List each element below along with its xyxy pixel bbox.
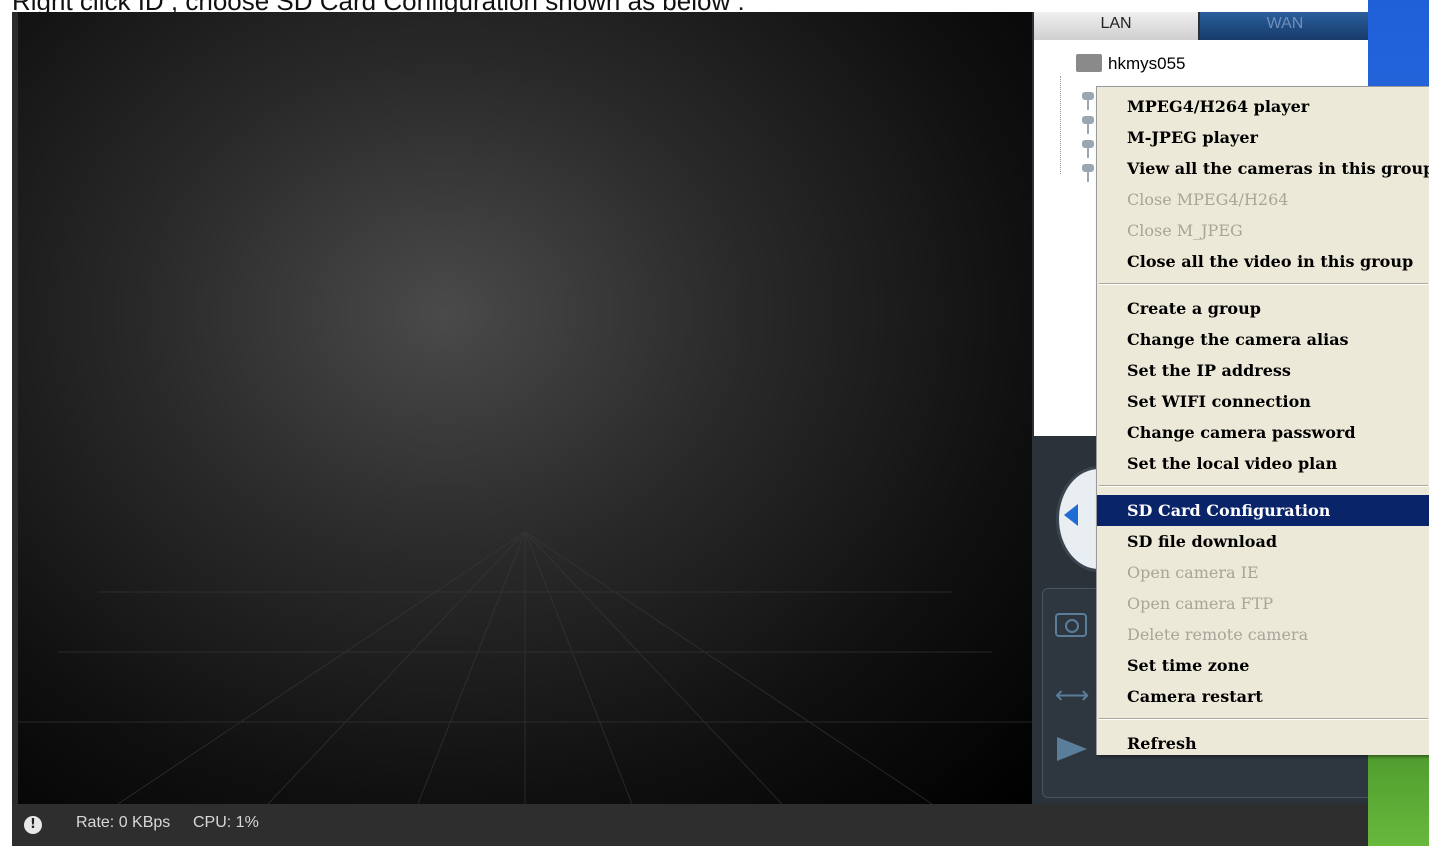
menu-item[interactable]: Close all the video in this group	[1097, 246, 1429, 277]
menu-item[interactable]: Create a group	[1097, 293, 1429, 324]
tab-lan[interactable]: LAN	[1034, 12, 1198, 40]
tree-root-node[interactable]: hkmys055	[1108, 54, 1185, 74]
tree-connector	[1060, 76, 1062, 174]
video-viewport[interactable]	[18, 12, 1032, 804]
menu-item[interactable]: Camera restart	[1097, 681, 1429, 712]
menu-item[interactable]: Refresh	[1097, 728, 1429, 755]
menu-item[interactable]: Close M_JPEG	[1097, 215, 1429, 246]
camera-snapshot-icon[interactable]	[1055, 613, 1087, 637]
computer-icon	[1076, 54, 1102, 72]
menu-item[interactable]: MPEG4/H264 player	[1097, 91, 1429, 122]
menu-item[interactable]: Change the camera alias	[1097, 324, 1429, 355]
menu-item[interactable]: Set WIFI connection	[1097, 386, 1429, 417]
floor-grid	[18, 531, 1032, 804]
status-rate: Rate: 0 KBps	[76, 814, 171, 831]
info-icon: !	[24, 816, 42, 834]
menu-item[interactable]: Set time zone	[1097, 650, 1429, 681]
camera-node-icon[interactable]	[1082, 92, 1096, 112]
menu-item[interactable]: SD Card Configuration	[1097, 495, 1429, 526]
menu-item[interactable]: Close MPEG4/H264	[1097, 184, 1429, 215]
menu-item[interactable]: SD file download	[1097, 526, 1429, 557]
menu-separator	[1099, 485, 1428, 487]
menu-item[interactable]: M-JPEG player	[1097, 122, 1429, 153]
menu-separator	[1099, 283, 1428, 285]
network-tabs: LAN WAN	[1034, 12, 1370, 40]
context-menu: MPEG4/H264 player M-JPEG player View all t…	[1096, 86, 1429, 755]
menu-separator	[1099, 718, 1428, 720]
status-cpu: CPU: 1%	[193, 814, 259, 831]
camera-node-icon[interactable]	[1082, 140, 1096, 160]
play-icon[interactable]	[1057, 737, 1087, 761]
menu-item[interactable]: Open camera FTP	[1097, 588, 1429, 619]
menu-item[interactable]: Open camera IE	[1097, 557, 1429, 588]
flip-horizontal-icon[interactable]: ⟷	[1055, 681, 1089, 709]
pan-left-icon[interactable]	[1064, 504, 1078, 526]
menu-item[interactable]: Delete remote camera	[1097, 619, 1429, 650]
menu-item[interactable]: Change camera password	[1097, 417, 1429, 448]
camera-node-icon[interactable]	[1082, 116, 1096, 136]
status-bar: ! Rate: 0 KBps CPU: 1%	[12, 804, 1380, 846]
menu-item[interactable]: View all the cameras in this group	[1097, 153, 1429, 184]
menu-item[interactable]: Set the local video plan	[1097, 448, 1429, 479]
camera-node-icon[interactable]	[1082, 164, 1096, 184]
menu-item[interactable]: Set the IP address	[1097, 355, 1429, 386]
tab-wan[interactable]: WAN	[1200, 12, 1370, 40]
